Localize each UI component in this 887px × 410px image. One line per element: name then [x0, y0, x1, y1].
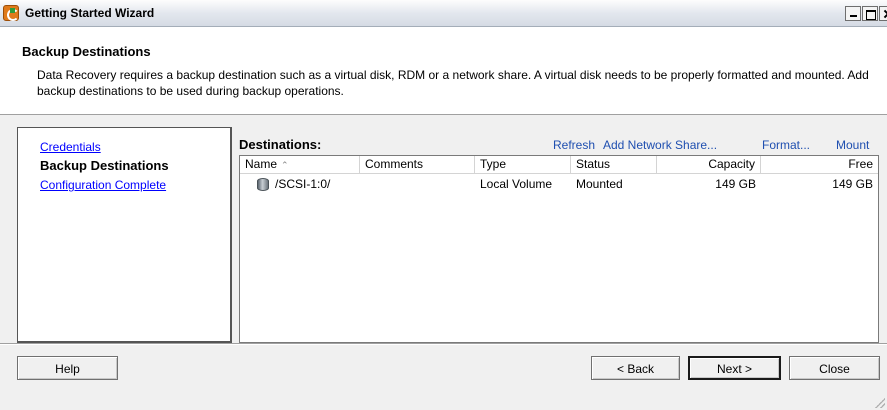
- back-button[interactable]: < Back: [591, 356, 680, 380]
- table-row[interactable]: /SCSI-1:0/ Local Volume Mounted 149 GB 1…: [240, 175, 878, 193]
- cell-status: Mounted: [576, 177, 623, 191]
- next-button[interactable]: Next >: [688, 356, 781, 380]
- cell-free: 149 GB: [832, 177, 873, 191]
- add-network-share-link[interactable]: Add Network Share...: [603, 138, 717, 152]
- cell-type: Local Volume: [480, 177, 553, 191]
- column-header-free[interactable]: Free: [761, 156, 878, 174]
- close-button[interactable]: Close: [789, 356, 880, 380]
- cell-name: /SCSI-1:0/: [275, 177, 331, 191]
- column-header-type[interactable]: Type: [475, 156, 571, 174]
- column-header-comments[interactable]: Comments: [360, 156, 475, 174]
- mount-link[interactable]: Mount: [836, 138, 869, 152]
- app-icon: [3, 5, 19, 21]
- list-header: Name ⌃ Comments Type Status Capacity Free: [240, 156, 878, 174]
- format-link[interactable]: Format...: [762, 138, 810, 152]
- page-title: Backup Destinations: [22, 44, 151, 59]
- step-backup-destinations: Backup Destinations: [40, 158, 169, 173]
- column-header-capacity[interactable]: Capacity: [657, 156, 761, 174]
- maximize-icon[interactable]: [862, 6, 878, 21]
- refresh-link[interactable]: Refresh: [553, 138, 595, 152]
- page-description: Data Recovery requires a backup destinat…: [37, 68, 869, 98]
- wizard-steps-panel: Credentials Backup Destinations Configur…: [17, 127, 232, 343]
- column-header-name[interactable]: Name ⌃: [240, 156, 360, 174]
- cell-capacity: 149 GB: [715, 177, 756, 191]
- step-credentials[interactable]: Credentials: [40, 140, 101, 154]
- window-title: Getting Started Wizard: [25, 6, 155, 20]
- step-configuration-complete[interactable]: Configuration Complete: [40, 178, 166, 192]
- minimize-icon[interactable]: [845, 6, 861, 21]
- footer-divider: [0, 343, 887, 345]
- destinations-label: Destinations:: [239, 137, 322, 152]
- title-bar[interactable]: Getting Started Wizard: [0, 0, 887, 27]
- help-button[interactable]: Help: [17, 356, 118, 380]
- column-name-label: Name: [245, 157, 278, 171]
- cell-comments: [360, 175, 370, 193]
- wizard-window: Getting Started Wizard Backup Destinatio…: [0, 0, 887, 410]
- resize-grip-icon[interactable]: [875, 398, 885, 408]
- close-icon[interactable]: [879, 6, 887, 21]
- window-controls: [845, 6, 887, 21]
- disk-icon: [257, 178, 269, 191]
- wizard-header: Backup Destinations Data Recovery requir…: [0, 27, 887, 115]
- destinations-list[interactable]: Name ⌃ Comments Type Status Capacity Free…: [239, 155, 879, 343]
- sort-ascending-icon: ⌃: [281, 160, 289, 170]
- column-header-status[interactable]: Status: [571, 156, 657, 174]
